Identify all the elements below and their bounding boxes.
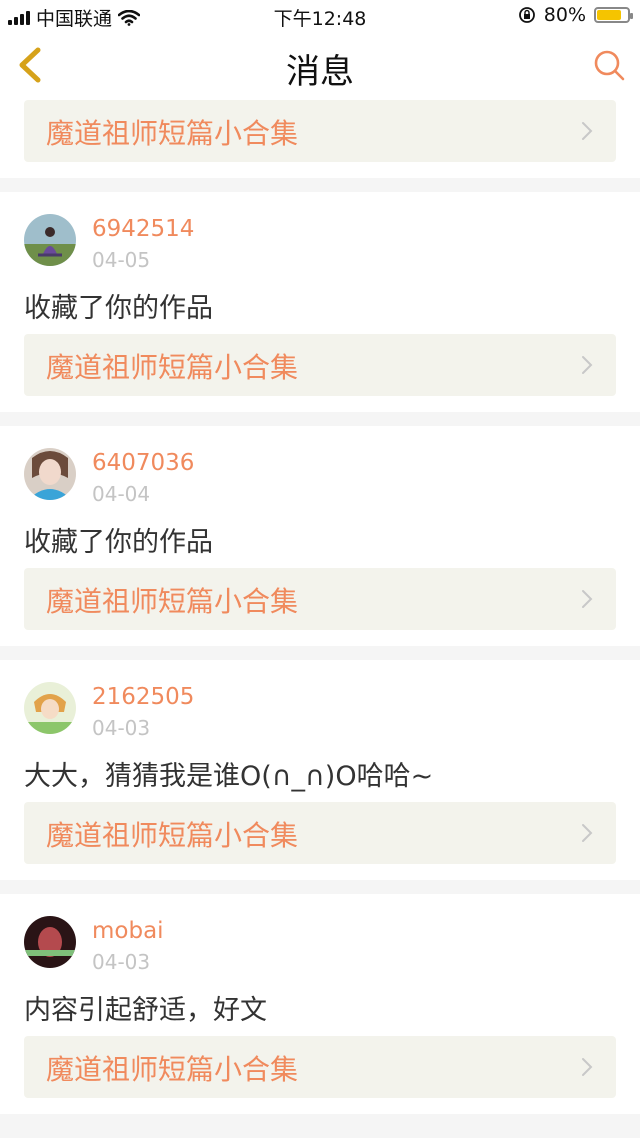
chevron-right-icon <box>582 824 593 842</box>
battery-level-fill <box>597 10 621 20</box>
avatar[interactable] <box>24 682 76 734</box>
work-title: 魔道祖师短篇小合集 <box>46 819 299 852</box>
battery-icon <box>594 7 633 23</box>
message-date: 04-04 <box>92 482 151 506</box>
card-divider <box>0 880 640 894</box>
message-card: mobai 04-03 内容引起舒适，好文 魔道祖师短篇小合集 <box>0 894 640 1114</box>
username[interactable]: 6942514 <box>92 216 194 242</box>
message-content: 内容引起舒适，好文 <box>24 995 267 1026</box>
status-bar: 中国联通 下午12:48 80% <box>0 0 640 32</box>
message-content: 大大，猜猜我是谁O(∩_∩)O哈哈~ <box>24 761 434 792</box>
username[interactable]: mobai <box>92 918 164 944</box>
message-feed: 魔道祖师短篇小合集 6942514 04-05 收藏了你的作品 魔道祖师短篇小合… <box>0 98 640 1128</box>
card-divider <box>0 178 640 192</box>
status-right: 80% <box>518 4 633 26</box>
chevron-right-icon <box>582 122 593 140</box>
work-title: 魔道祖师短篇小合集 <box>46 1053 299 1086</box>
rotation-lock-icon <box>518 7 535 23</box>
message-card: 6407036 04-04 收藏了你的作品 魔道祖师短篇小合集 <box>0 426 640 646</box>
work-title: 魔道祖师短篇小合集 <box>46 585 299 618</box>
message-date: 04-03 <box>92 716 151 740</box>
work-link[interactable]: 魔道祖师短篇小合集 <box>24 334 616 396</box>
work-title: 魔道祖师短篇小合集 <box>46 117 299 150</box>
username[interactable]: 2162505 <box>92 684 194 710</box>
page-title: 消息 <box>286 52 354 92</box>
avatar[interactable] <box>24 448 76 500</box>
chevron-right-icon <box>582 590 593 608</box>
card-divider <box>0 412 640 426</box>
work-link[interactable]: 魔道祖师短篇小合集 <box>24 568 616 630</box>
message-date: 04-03 <box>92 950 151 974</box>
message-date: 04-05 <box>92 248 151 272</box>
work-link[interactable]: 魔道祖师短篇小合集 <box>24 802 616 864</box>
username[interactable]: 6407036 <box>92 450 194 476</box>
chevron-right-icon <box>582 1058 593 1076</box>
avatar[interactable] <box>24 214 76 266</box>
message-content: 收藏了你的作品 <box>24 527 213 558</box>
message-card-partial: 魔道祖师短篇小合集 <box>0 98 640 178</box>
card-divider <box>0 1114 640 1128</box>
work-link[interactable]: 魔道祖师短篇小合集 <box>24 100 616 162</box>
message-content: 收藏了你的作品 <box>24 293 213 324</box>
nav-bar: 消息 <box>0 32 640 99</box>
message-card: 2162505 04-03 大大，猜猜我是谁O(∩_∩)O哈哈~ 魔道祖师短篇小… <box>0 660 640 880</box>
chevron-right-icon <box>582 356 593 374</box>
battery-percent: 80% <box>543 4 586 26</box>
message-card: 6942514 04-05 收藏了你的作品 魔道祖师短篇小合集 <box>0 192 640 412</box>
search-icon[interactable] <box>592 48 626 82</box>
card-divider <box>0 646 640 660</box>
avatar[interactable] <box>24 916 76 968</box>
work-title: 魔道祖师短篇小合集 <box>46 351 299 384</box>
work-link[interactable]: 魔道祖师短篇小合集 <box>24 1036 616 1098</box>
